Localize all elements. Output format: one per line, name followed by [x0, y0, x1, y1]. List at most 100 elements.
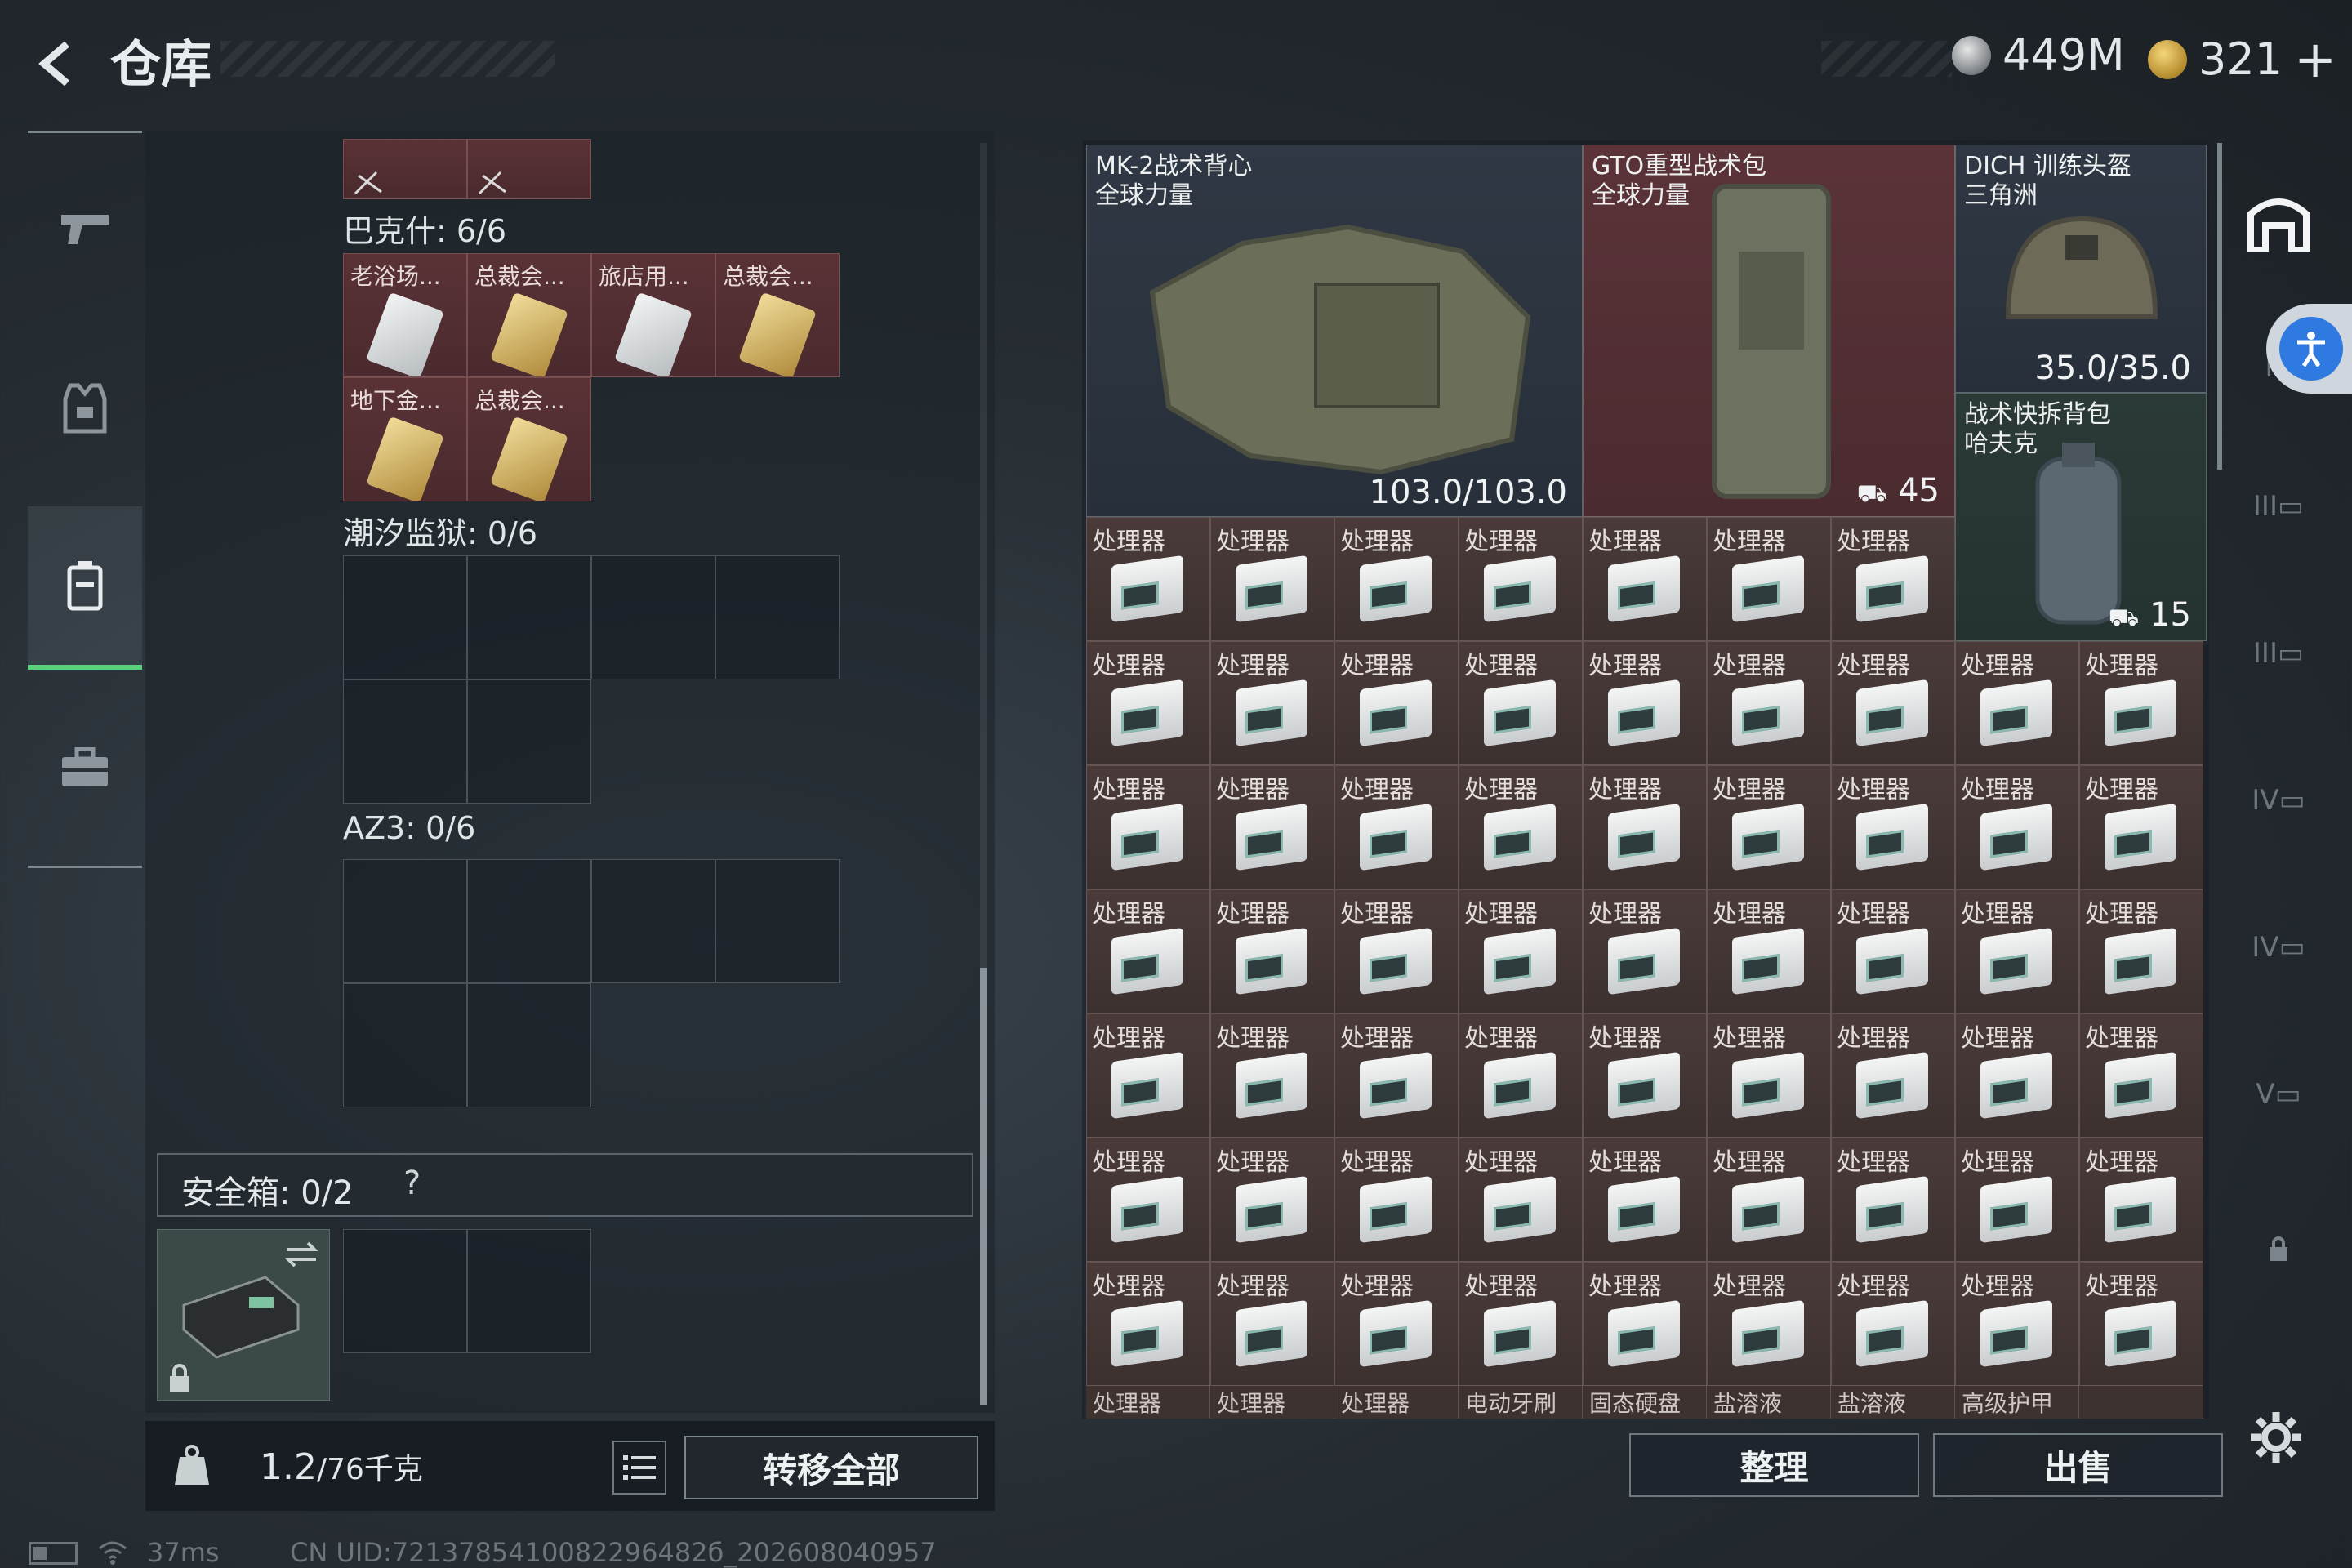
item-label[interactable] — [2079, 1386, 2203, 1419]
empty-slot[interactable] — [591, 555, 715, 679]
processor-item[interactable]: 处理器 — [1086, 1138, 1210, 1262]
processor-item[interactable]: 处理器 — [1459, 765, 1583, 889]
processor-item[interactable]: 处理器 — [1955, 889, 2079, 1013]
processor-item[interactable]: 处理器 — [1459, 641, 1583, 765]
processor-item[interactable]: 处理器 — [2079, 889, 2203, 1013]
processor-item[interactable]: 处理器 — [1334, 1262, 1459, 1386]
keycard-item[interactable]: 旅店用... — [591, 253, 715, 377]
empty-slot[interactable] — [467, 555, 591, 679]
stash-tab-tier[interactable]: III ▭ — [2234, 612, 2323, 694]
processor-item[interactable]: 处理器 — [1583, 1262, 1707, 1386]
item-label[interactable]: 盐溶液 — [1831, 1386, 1955, 1419]
processor-item[interactable]: 处理器 — [1210, 517, 1334, 641]
processor-item[interactable]: 处理器 — [1955, 1013, 2079, 1138]
processor-item[interactable]: 处理器 — [1210, 765, 1334, 889]
settings-gear-icon[interactable] — [2247, 1409, 2305, 1466]
keycard-item[interactable]: 总裁会... — [467, 377, 591, 501]
processor-item[interactable]: 处理器 — [1334, 1013, 1459, 1138]
empty-slot[interactable] — [467, 679, 591, 804]
processor-item[interactable]: 处理器 — [1583, 1013, 1707, 1138]
processor-item[interactable]: 处理器 — [1707, 889, 1831, 1013]
list-view-button[interactable] — [612, 1441, 666, 1494]
processor-item[interactable]: 处理器 — [1086, 765, 1210, 889]
nav-item-weapons[interactable] — [28, 147, 142, 310]
processor-item[interactable]: 处理器 — [1831, 1013, 1955, 1138]
processor-item[interactable]: 处理器 — [1086, 641, 1210, 765]
processor-item[interactable]: 处理器 — [1831, 641, 1955, 765]
safebox-help-button[interactable]: ? — [403, 1165, 421, 1202]
processor-item[interactable]: 处理器 — [1459, 1013, 1583, 1138]
item-label[interactable]: 高级护甲 — [1955, 1386, 2079, 1419]
nav-item-armor[interactable] — [28, 327, 142, 490]
processor-item[interactable]: 处理器 — [1707, 517, 1831, 641]
processor-item[interactable]: 处理器 — [1583, 1138, 1707, 1262]
stash-tab-tier[interactable]: III ▭ — [2234, 466, 2323, 547]
locked-tab[interactable] — [2234, 1209, 2323, 1290]
empty-slot[interactable] — [343, 983, 467, 1107]
processor-item[interactable]: 处理器 — [1334, 1138, 1459, 1262]
processor-item[interactable]: 处理器 — [2079, 1138, 2203, 1262]
processor-item[interactable]: 处理器 — [1707, 1138, 1831, 1262]
stash-item-helmet[interactable]: DICH 训练头盔 三角洲 35.0/35.0 — [1955, 145, 2207, 393]
item-label[interactable]: 电动牙刷 — [1459, 1386, 1583, 1419]
add-currency-button[interactable]: + — [2294, 29, 2336, 89]
processor-item[interactable]: 处理器 — [1086, 1013, 1210, 1138]
processor-item[interactable]: 处理器 — [1459, 517, 1583, 641]
back-button[interactable] — [24, 31, 90, 96]
processor-item[interactable]: 处理器 — [1334, 641, 1459, 765]
processor-item[interactable]: 处理器 — [1583, 765, 1707, 889]
left-scrollbar-thumb[interactable] — [980, 968, 987, 1405]
processor-item[interactable]: 处理器 — [1459, 889, 1583, 1013]
processor-item[interactable]: 处理器 — [1210, 1138, 1334, 1262]
empty-slot[interactable] — [467, 859, 591, 983]
processor-item[interactable]: 处理器 — [1210, 1262, 1334, 1386]
nav-item-backpack[interactable] — [28, 506, 142, 670]
sell-button[interactable]: 出售 — [1933, 1433, 2223, 1497]
gold-currency[interactable]: 321 + — [2148, 29, 2336, 89]
processor-item[interactable]: 处理器 — [2079, 641, 2203, 765]
empty-slot[interactable] — [715, 555, 840, 679]
stash-scrollbar-thumb[interactable] — [2217, 143, 2222, 470]
safebox-slot[interactable] — [343, 1229, 467, 1353]
transfer-all-button[interactable]: 转移全部 — [684, 1436, 978, 1499]
stash-item-vest[interactable]: MK-2战术背心 全球力量 103.0/103.0 — [1086, 145, 1583, 517]
empty-slot[interactable] — [715, 859, 840, 983]
processor-item[interactable]: 处理器 — [1955, 765, 2079, 889]
stash-tab-main[interactable] — [2234, 180, 2323, 261]
processor-item[interactable]: 处理器 — [1334, 765, 1459, 889]
processor-item[interactable]: 处理器 — [1583, 889, 1707, 1013]
processor-item[interactable]: 处理器 — [1210, 641, 1334, 765]
keycard-item[interactable]: 老浴场... — [343, 253, 467, 377]
processor-item[interactable]: 处理器 — [1210, 1013, 1334, 1138]
item-label[interactable]: 处理器 — [1086, 1386, 1210, 1419]
processor-item[interactable]: 处理器 — [1707, 641, 1831, 765]
processor-item[interactable]: 处理器 — [1955, 641, 2079, 765]
item-cell[interactable] — [343, 139, 467, 199]
stash-tab-tier[interactable]: IV ▭ — [2234, 760, 2323, 841]
processor-item[interactable]: 处理器 — [1459, 1138, 1583, 1262]
processor-item[interactable]: 处理器 — [1707, 1262, 1831, 1386]
processor-item[interactable]: 处理器 — [1334, 889, 1459, 1013]
keycard-item[interactable]: 地下金... — [343, 377, 467, 501]
item-label[interactable]: 处理器 — [1334, 1386, 1459, 1419]
processor-item[interactable]: 处理器 — [1583, 517, 1707, 641]
item-label[interactable]: 盐溶液 — [1707, 1386, 1831, 1419]
stash-tab-tier[interactable]: IV ▭ — [2234, 906, 2323, 988]
processor-item[interactable]: 处理器 — [1707, 1013, 1831, 1138]
item-label[interactable]: 处理器 — [1210, 1386, 1334, 1419]
safebox-item[interactable] — [157, 1229, 330, 1401]
keycard-item[interactable]: 总裁会... — [715, 253, 840, 377]
processor-item[interactable]: 处理器 — [1583, 641, 1707, 765]
swap-icon[interactable] — [283, 1238, 319, 1271]
processor-item[interactable]: 处理器 — [1707, 765, 1831, 889]
processor-item[interactable]: 处理器 — [1334, 517, 1459, 641]
processor-item[interactable]: 处理器 — [1831, 889, 1955, 1013]
processor-item[interactable]: 处理器 — [1955, 1138, 2079, 1262]
sort-button[interactable]: 整理 — [1629, 1433, 1919, 1497]
silver-currency[interactable]: 449M — [1952, 29, 2125, 81]
accessibility-button[interactable] — [2266, 304, 2352, 394]
stash-tab-tier[interactable]: V ▭ — [2234, 1054, 2323, 1135]
empty-slot[interactable] — [343, 679, 467, 804]
processor-item[interactable]: 处理器 — [1459, 1262, 1583, 1386]
nav-item-container[interactable] — [28, 686, 142, 849]
